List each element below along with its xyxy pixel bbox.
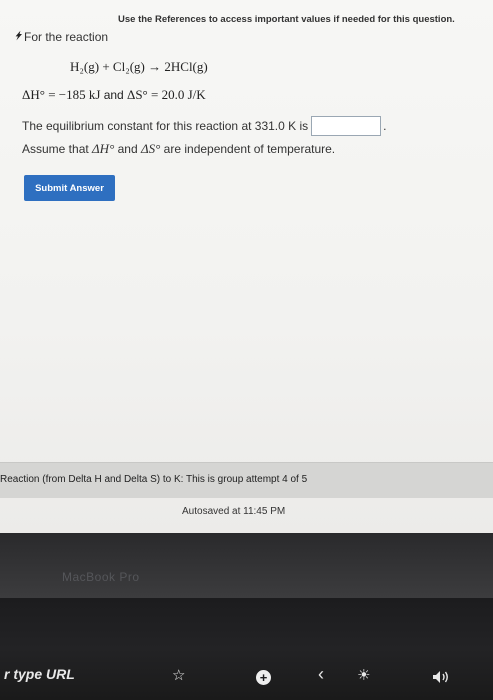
submit-answer-button[interactable]: Submit Answer bbox=[24, 175, 115, 201]
pointer-cursor-icon bbox=[15, 30, 22, 41]
type-url-hint[interactable]: r type URL bbox=[4, 666, 75, 682]
answer-input[interactable] bbox=[311, 116, 382, 136]
thermo-values: ΔH° = −185 kJ and ΔS° = 20.0 J/K bbox=[22, 87, 206, 103]
autosaved-status: Autosaved at 11:45 PM bbox=[182, 506, 286, 517]
group-attempt-bar: Reaction (from Delta H and Delta S) to K… bbox=[0, 462, 493, 498]
delta-h-value: = −185 kJ bbox=[48, 87, 101, 102]
chevron-left-icon[interactable]: ‹ bbox=[318, 665, 324, 683]
references-note: Use the References to access important v… bbox=[118, 14, 455, 25]
period: . bbox=[383, 119, 387, 133]
delta-s-symbol: ΔS° bbox=[126, 87, 148, 102]
assume-delta-h: ΔH° bbox=[92, 141, 115, 156]
equation-products: 2HCl(g) bbox=[164, 59, 208, 74]
volume-icon[interactable] bbox=[432, 670, 450, 684]
star-icon[interactable]: ☆ bbox=[172, 668, 185, 683]
assumption-text: Assume that ΔH° and ΔS° are independent … bbox=[22, 141, 335, 157]
assume-and: and bbox=[117, 142, 138, 156]
reaction-intro: For the reaction bbox=[24, 30, 109, 44]
assume-delta-s: ΔS° bbox=[140, 141, 161, 156]
equilibrium-prompt: The equilibrium constant for this reacti… bbox=[22, 119, 309, 133]
plus-circle-icon[interactable]: + bbox=[256, 670, 271, 685]
delta-h-symbol: ΔH° bbox=[22, 87, 45, 102]
assume-post: are independent of temperature. bbox=[163, 142, 336, 156]
laptop-brand: MacBook Pro bbox=[62, 570, 140, 584]
equilibrium-question: The equilibrium constant for this reacti… bbox=[22, 116, 387, 136]
and-text: and bbox=[103, 88, 124, 102]
laptop-bezel: MacBook Pro bbox=[0, 533, 493, 598]
browser-content: Use the References to access important v… bbox=[0, 0, 493, 533]
reaction-equation: H₂(g) + Cl₂(g) → 2HCl(g) bbox=[70, 59, 208, 75]
equation-reactants: H₂(g) + Cl₂(g) bbox=[70, 59, 145, 74]
brightness-icon[interactable]: ☀ bbox=[357, 668, 370, 683]
assume-pre: Assume that bbox=[22, 142, 89, 156]
group-attempt-text: Reaction (from Delta H and Delta S) to K… bbox=[0, 474, 308, 485]
delta-s-value: = 20.0 J/K bbox=[151, 87, 206, 102]
reaction-arrow: → bbox=[148, 59, 162, 74]
touch-bar: r type URL ☆ + ‹ ☀ bbox=[0, 598, 493, 700]
